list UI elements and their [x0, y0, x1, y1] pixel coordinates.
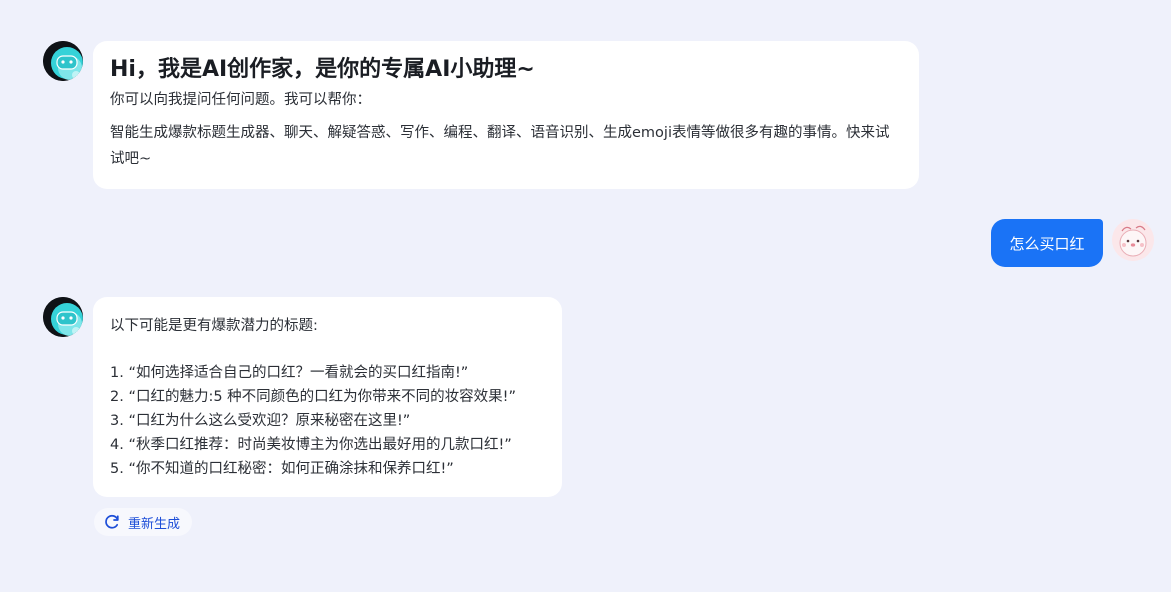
user-message-text: 怎么买口红	[1009, 234, 1085, 253]
refresh-icon	[105, 514, 119, 529]
user-avatar-icon	[1112, 219, 1154, 261]
welcome-message: Hi，我是AI创作家，是你的专属AI小助理~ 你可以向我提问任何问题。我可以帮你…	[93, 41, 919, 189]
list-item: 3. “口红为什么这么受欢迎？原来秘密在这里!”	[110, 413, 411, 429]
assistant-answer: 以下可能是更有爆款潜力的标题: 1. “如何选择适合自己的口红？一看就会的买口红…	[93, 297, 562, 497]
answer-spacer	[110, 338, 545, 361]
regenerate-label: 重新生成	[128, 516, 181, 532]
answer-intro: 以下可能是更有爆款潜力的标题:	[110, 318, 318, 334]
welcome-capabilities: 智能生成爆款标题生成器、聊天、解疑答惑、写作、编程、翻译、语音识别、生成emoj…	[110, 125, 890, 167]
user-message: 怎么买口红	[991, 219, 1103, 267]
answer-list: 1. “如何选择适合自己的口红？一看就会的买口红指南!” 2. “口红的魅力:5…	[110, 361, 545, 481]
assistant-avatar	[43, 41, 83, 81]
assistant-avatar	[43, 297, 83, 337]
list-item: 4. “秋季口红推荐：时尚美妆博主为你选出最好用的几款口红!”	[110, 437, 512, 453]
list-item: 1. “如何选择适合自己的口红？一看就会的买口红指南!”	[110, 365, 469, 381]
welcome-title: Hi，我是AI创作家，是你的专属AI小助理~	[110, 57, 535, 82]
list-item: 5. “你不知道的口红秘密：如何正确涂抹和保养口红!”	[110, 461, 454, 477]
welcome-subtitle: 你可以向我提问任何问题。我可以帮你：	[110, 92, 371, 108]
list-item: 2. “口红的魅力:5 种不同颜色的口红为你带来不同的妆容效果!”	[110, 389, 516, 405]
robot-icon	[43, 297, 83, 337]
robot-icon	[43, 41, 83, 81]
user-avatar	[1112, 219, 1154, 261]
regenerate-button[interactable]: 重新生成	[94, 508, 192, 536]
chat-page: Hi，我是AI创作家，是你的专属AI小助理~ 你可以向我提问任何问题。我可以帮你…	[0, 0, 1171, 592]
